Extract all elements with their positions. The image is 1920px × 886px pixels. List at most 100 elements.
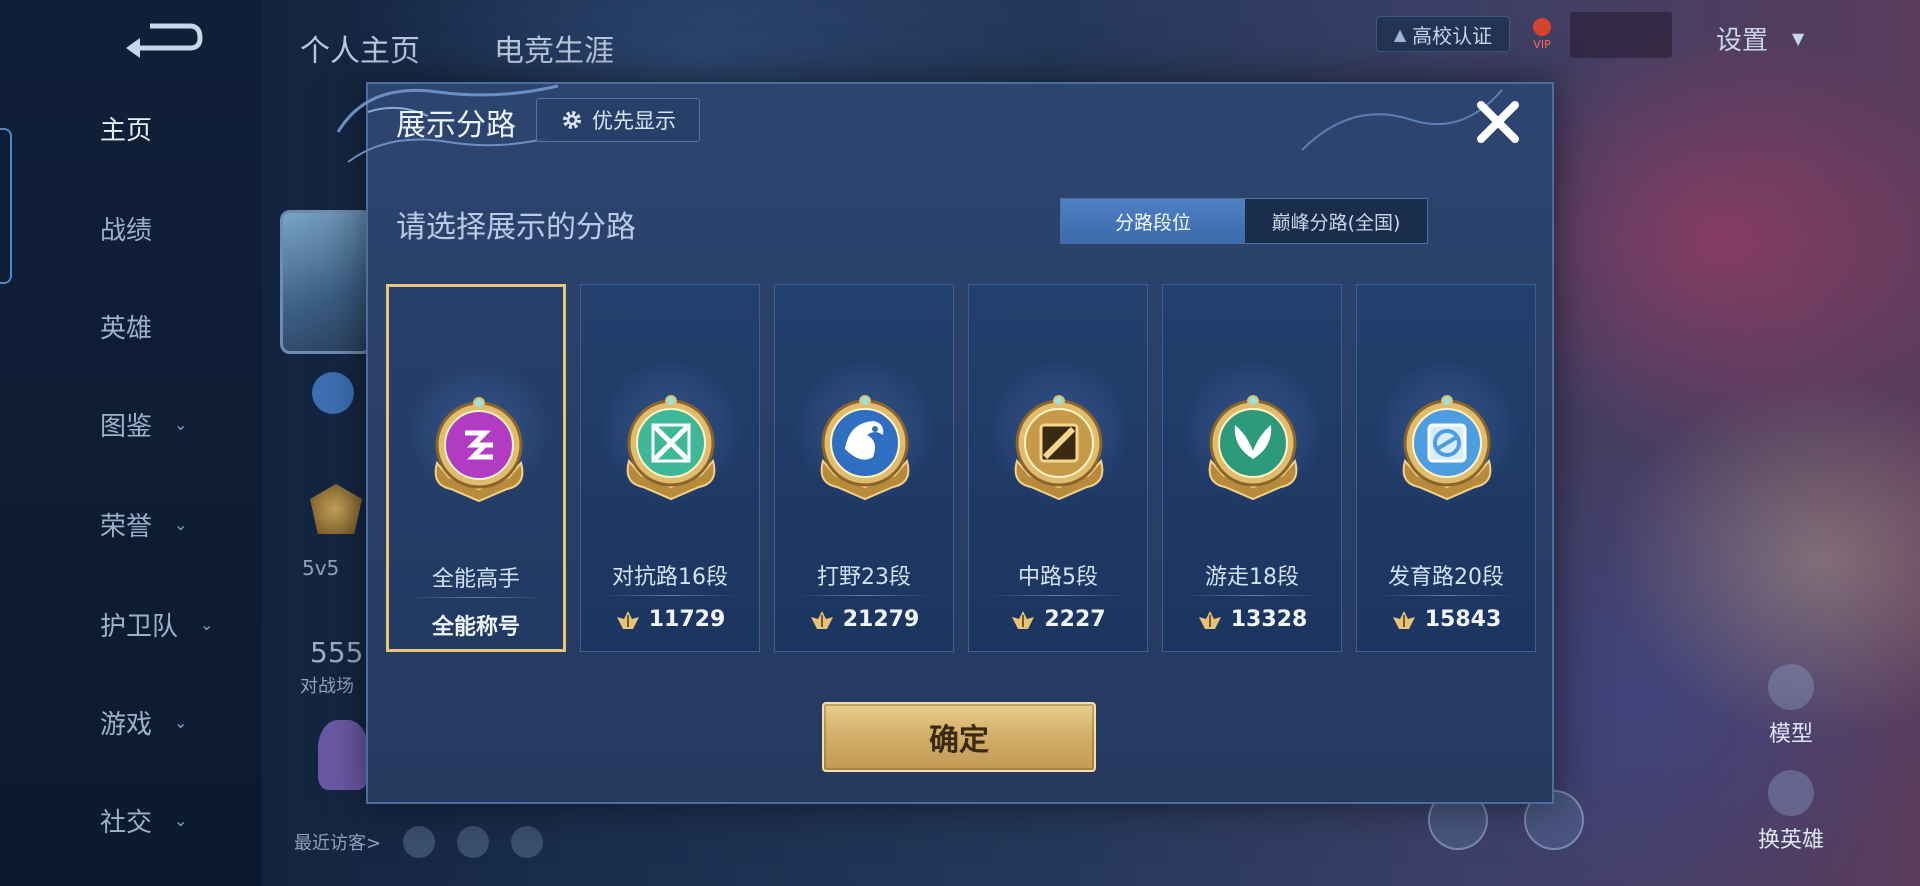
close-icon: [1477, 101, 1519, 143]
change-hero-button[interactable]: 换英雄: [1746, 770, 1836, 854]
lane-card-name: 发育路20段: [1388, 565, 1504, 590]
roam-emblem-icon: [1208, 395, 1298, 501]
profile-avatar[interactable]: [280, 210, 372, 354]
change-hero-label: 换英雄: [1757, 828, 1824, 853]
visitor-avatar[interactable]: [457, 826, 490, 858]
lane-card[interactable]: 发育路20段 15843: [1356, 284, 1536, 652]
lane-card-divider: [793, 595, 935, 596]
lane-card-value: 15843: [1357, 607, 1535, 632]
sidebar-item-label: 主页: [100, 115, 153, 146]
mode-label: 5v5: [302, 556, 340, 580]
lane-card[interactable]: 对抗路16段 11729: [580, 284, 760, 652]
lane-card-divider: [407, 597, 545, 598]
lane-card[interactable]: 游走18段 13328: [1162, 284, 1342, 652]
sidebar-item[interactable]: 主页: [100, 108, 250, 148]
sidebar-active-indicator: [0, 128, 12, 284]
campus-icon: ▲: [1393, 24, 1407, 44]
visitor-avatar[interactable]: [511, 826, 544, 858]
segment-lane-rank[interactable]: 分路段位: [1061, 199, 1245, 243]
lightning-icon: [312, 372, 354, 414]
lane-card-value-text: 15843: [1424, 607, 1502, 632]
lane-card-list: 全能高手 全能称号 对抗路16段 11729 打野23段 21279 中路5段 2227 游走1…: [386, 284, 1538, 656]
lane-card-value: 21279: [775, 607, 953, 632]
chevron-down-icon: ⌄: [174, 712, 188, 732]
lane-card-divider: [1375, 595, 1517, 596]
lane-card-divider: [987, 595, 1129, 596]
close-button[interactable]: [1472, 96, 1524, 148]
sidebar-item[interactable]: 战绩: [100, 208, 250, 248]
lane-card-value-text: 21279: [842, 607, 920, 632]
recent-visitors-label: 最近访客>: [294, 833, 382, 854]
vip-badge[interactable]: VIP: [1524, 12, 1560, 56]
sidebar-item-label: 护卫队: [100, 611, 179, 642]
priority-display-button[interactable]: 优先显示: [536, 98, 700, 142]
sidebar-item-label: 游戏: [100, 709, 153, 740]
vip-label: VIP: [1533, 37, 1551, 51]
peak-score-icon: [810, 610, 833, 629]
sidebar-item[interactable]: 游戏 ⌄: [100, 702, 250, 742]
lane-card-value: 2227: [969, 607, 1147, 632]
lane-card-value: 全能称号: [389, 609, 563, 641]
chevron-down-icon: ⌄: [174, 414, 188, 434]
jungle-emblem-icon: [820, 395, 910, 501]
lane-card[interactable]: 中路5段 2227: [968, 284, 1148, 652]
campus-badge-label: 高校认证: [1412, 23, 1493, 48]
lane-display-dialog: 展示分路 优先显示 请选择展示的分路 分路段位 巅峰分路(全国) 全能高手全能称…: [336, 82, 1554, 804]
tab-esports-career[interactable]: 电竞生涯: [494, 26, 614, 70]
lane-card-value-text: 11729: [648, 607, 726, 632]
dialog-subtitle: 请选择展示的分路: [396, 210, 636, 245]
gear-icon: [563, 111, 581, 129]
sidebar-item[interactable]: 社交 ⌄: [100, 800, 250, 840]
sidebar-item[interactable]: 英雄: [100, 306, 250, 346]
peak-score-icon: [1012, 610, 1035, 629]
visitor-avatar[interactable]: [403, 826, 436, 858]
tab-profile[interactable]: 个人主页: [300, 26, 420, 70]
lane-card-value-text: 13328: [1230, 607, 1308, 632]
lane-card-name: 对抗路16段: [612, 565, 728, 590]
sidebar-item[interactable]: 图鉴 ⌄: [100, 404, 250, 444]
lane-card-divider: [599, 595, 741, 596]
back-button[interactable]: [120, 18, 206, 66]
sidebar: 主页战绩英雄图鉴 ⌄ 荣誉 ⌄ 护卫队 ⌄ 游戏 ⌄ 社交 ⌄: [0, 0, 262, 886]
model-icon: [1768, 664, 1814, 710]
model-button[interactable]: 模型: [1746, 664, 1836, 748]
lane-card[interactable]: 打野23段 21279: [774, 284, 954, 652]
sidebar-item-label: 社交: [100, 807, 153, 838]
lane-card-value: 11729: [581, 607, 759, 632]
lane-card-name: 打野23段: [817, 565, 911, 590]
lane-card[interactable]: 全能高手 全能称号: [386, 284, 566, 652]
segment-peak-lane[interactable]: 巅峰分路(全国): [1245, 199, 1427, 243]
match-count-label: 对战场: [300, 676, 354, 697]
pet-avatar[interactable]: [318, 720, 368, 790]
sidebar-item-label: 战绩: [100, 215, 153, 246]
change-hero-icon: [1768, 770, 1814, 816]
sidebar-item[interactable]: 荣誉 ⌄: [100, 504, 250, 544]
all-round-emblem-icon: [434, 397, 524, 503]
match-count: 555: [310, 636, 364, 669]
settings-label: 设置: [1716, 26, 1769, 56]
chevron-down-icon: ▼: [1792, 29, 1805, 48]
confirm-button[interactable]: 确定: [822, 702, 1096, 772]
dialog-title: 展示分路: [396, 108, 516, 143]
lane-card-name: 中路5段: [1018, 565, 1098, 590]
campus-verify-badge[interactable]: ▲ 高校认证: [1376, 16, 1510, 52]
sidebar-item[interactable]: 护卫队 ⌄: [100, 604, 250, 644]
chevron-down-icon: ⌄: [200, 614, 214, 634]
back-arrow-icon: [126, 23, 203, 58]
chevron-down-icon: ⌄: [174, 810, 188, 830]
priority-display-label: 优先显示: [592, 109, 676, 133]
peak-score-icon: [616, 610, 639, 629]
farm-lane-emblem-icon: [1402, 395, 1492, 501]
mid-lane-emblem-icon: [1014, 395, 1104, 501]
peak-score-icon: [1198, 610, 1221, 629]
lane-card-value: 13328: [1163, 607, 1341, 632]
settings-button[interactable]: 设置 ▼: [1716, 20, 1804, 57]
lane-card-name: 全能高手: [431, 567, 520, 592]
vip-icon: [1533, 17, 1551, 36]
sidebar-item-label: 荣誉: [100, 511, 153, 542]
chevron-down-icon: ⌄: [174, 514, 188, 534]
lane-card-name: 游走18段: [1205, 565, 1299, 590]
notice-panel[interactable]: [1570, 12, 1672, 58]
peak-score-icon: [1392, 610, 1415, 629]
recent-visitors[interactable]: 最近访客>: [294, 826, 544, 858]
